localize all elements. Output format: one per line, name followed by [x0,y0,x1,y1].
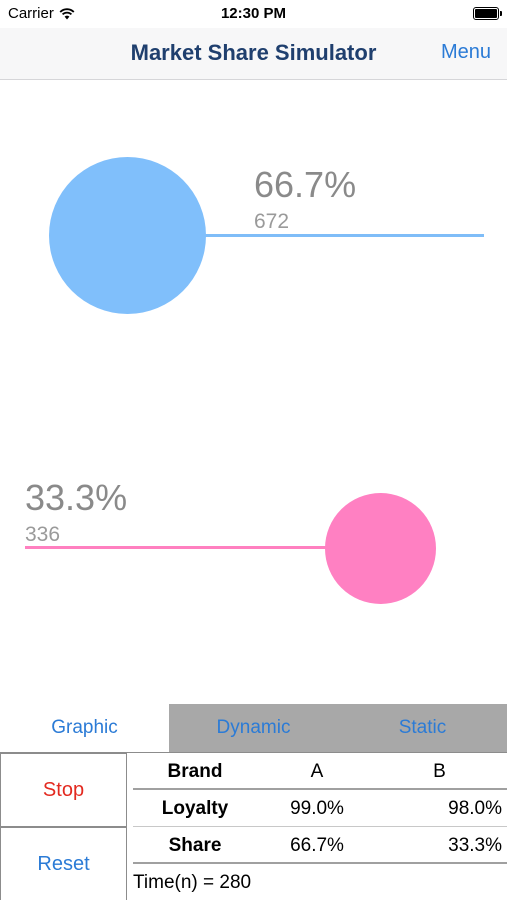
brand-b-count: 336 [25,523,61,546]
brand-b-circle [325,493,436,604]
status-time: 12:30 PM [220,5,287,22]
status-bar: Carrier 12:30 PM [0,0,507,28]
market-share-graphic: 66.7% 672 33.3% 336 [0,81,507,704]
menu-button[interactable]: Menu [441,41,491,64]
table-row-loyalty: Loyalty 99.0% 98.0% [133,790,507,827]
brand-b-percent: 33.3% [25,477,128,518]
parameters-table: Brand A B Loyalty 99.0% 98.0% Share 66.7… [133,753,507,864]
table-row-share: Share 66.7% 33.3% [133,827,507,864]
row-label-loyalty: Loyalty [161,798,229,819]
header-brand-b: B [433,761,446,782]
header-brand-a: A [310,761,324,782]
view-tabs: Graphic Dynamic Static [0,704,507,752]
loyalty-a-value: 99.0% [290,798,344,819]
loyalty-b-value: 98.0% [448,798,502,819]
brand-a-count: 672 [254,210,290,233]
tab-dynamic[interactable]: Dynamic [169,704,338,752]
table-header-row: Brand A B [133,753,507,790]
header-brand: Brand [167,761,223,782]
brand-b-share-line [25,546,355,549]
reset-button[interactable]: Reset [0,827,127,900]
share-a-value: 66.7% [290,835,344,856]
stop-button[interactable]: Stop [0,753,127,827]
navigation-bar: Market Share Simulator Menu [0,28,507,80]
row-label-share: Share [168,835,222,856]
brand-a-share-line [190,234,484,237]
tab-graphic[interactable]: Graphic [0,704,169,752]
time-counter: Time(n) = 280 [133,872,252,893]
brand-a-percent: 66.7% [254,164,357,205]
brand-a-circle [49,157,206,314]
page-title: Market Share Simulator [130,40,377,65]
control-panel: Stop Reset Brand A B Loyalty 99.0% 98.0%… [0,752,507,900]
battery-icon [473,7,502,20]
tab-static[interactable]: Static [338,704,507,752]
share-b-value: 33.3% [448,835,502,856]
